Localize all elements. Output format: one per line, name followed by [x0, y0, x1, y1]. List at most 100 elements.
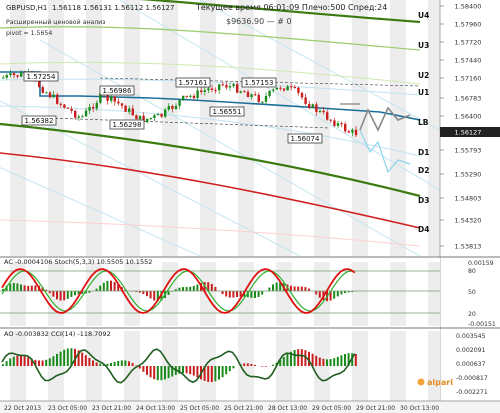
level-label-d1: D1	[418, 148, 429, 157]
candle-body	[318, 110, 322, 112]
ao-bar	[160, 366, 163, 381]
ac-bar	[110, 280, 112, 291]
candle-body	[16, 75, 19, 77]
ac-bar	[12, 283, 15, 291]
time-axis-label: 24 Oct 13:00	[136, 405, 175, 412]
ao-bar	[272, 364, 274, 366]
ac-bar	[290, 285, 292, 291]
ac-bar	[95, 288, 98, 291]
ac-bar	[308, 288, 310, 291]
ao-bar	[182, 366, 184, 374]
ao-bar	[164, 366, 166, 380]
ao-bar	[12, 356, 15, 366]
candle-body	[304, 97, 307, 104]
price-scale-label: 1.55793	[455, 147, 482, 155]
candle-body	[182, 95, 185, 101]
ac-bar	[182, 287, 184, 291]
candle-body	[344, 123, 347, 132]
ao-bar	[66, 348, 69, 366]
ac-bar	[149, 291, 152, 299]
ac-bar	[192, 285, 195, 291]
candle-body	[254, 94, 257, 96]
price-scale-label: 1.56400	[455, 113, 482, 121]
ao-bar	[232, 366, 235, 369]
price-annotation-text: 1.56382	[25, 117, 54, 125]
session-stripe	[390, 262, 406, 326]
ac-bar	[297, 286, 300, 291]
ohlc-values: 1.56118 1.56131 1.56112 1.56127	[52, 4, 174, 12]
ac-bar	[146, 291, 148, 297]
ao-bar	[329, 359, 332, 366]
ao-bar	[322, 358, 325, 366]
ac-bar	[275, 282, 278, 291]
price-annotation-text: 1.57153	[245, 79, 274, 87]
candle-body	[279, 87, 282, 89]
ac-bar	[315, 291, 318, 295]
candle-body	[236, 84, 239, 93]
current-price-label: 1.56127	[455, 129, 482, 137]
time-axis-label: 25 Oct 05:00	[180, 405, 219, 412]
candle-body	[48, 92, 52, 98]
price-annotation-text: 1.56074	[291, 135, 320, 143]
ac-bar	[102, 282, 105, 291]
ao-bar	[99, 363, 102, 366]
candle-body	[77, 116, 80, 118]
ac-bar	[185, 287, 188, 291]
session-stripe	[200, 331, 216, 401]
ao-scale-3: -0.000817	[456, 375, 488, 382]
candle-body	[128, 108, 131, 112]
ao-scale-4: -0.002271	[456, 389, 488, 396]
ao-bar	[286, 354, 289, 366]
ao-bar	[336, 356, 339, 366]
candle-body	[131, 108, 134, 116]
ac-bar	[142, 291, 145, 294]
candle-body	[171, 105, 174, 109]
level-label-u4: U4	[418, 11, 429, 20]
price-scale-label: 1.54320	[455, 217, 482, 225]
ao-bar	[243, 363, 246, 366]
price-scale-label: 1.58400	[455, 3, 482, 11]
time-axis-label: 29 Oct 05:00	[312, 405, 351, 412]
ao-bar	[207, 366, 210, 382]
ac-bar	[304, 287, 307, 291]
ac-bar	[27, 285, 30, 291]
time-axis-label: 29 Oct 21:00	[356, 405, 395, 412]
ac-scale-3: 20	[468, 311, 476, 318]
ac-stoch-panel	[0, 258, 440, 327]
ac-bar	[153, 291, 156, 301]
candle-body	[164, 109, 167, 117]
candle-body	[70, 108, 73, 111]
price-scale-label: 1.53813	[455, 243, 482, 251]
candle-body	[228, 86, 232, 88]
candle-body	[354, 129, 358, 136]
ao-bar	[56, 353, 58, 366]
session-stripe	[238, 0, 254, 256]
ac-bar	[300, 286, 303, 291]
ao-bar	[110, 363, 112, 366]
candle-body	[9, 73, 12, 76]
ac-scale-0: 0.00159	[468, 260, 494, 267]
candle-body	[347, 131, 350, 133]
session-stripe	[352, 262, 368, 326]
time-axis-label: 22 Oct 2013	[4, 405, 41, 412]
session-stripe	[124, 262, 140, 326]
candle-body	[81, 116, 84, 118]
ao-bar	[228, 366, 231, 372]
ao-bar	[113, 361, 116, 366]
candle-body	[160, 113, 163, 117]
candle-body	[293, 87, 296, 89]
ac-bar	[56, 291, 58, 300]
candle-body	[214, 89, 217, 91]
ac-bar	[232, 291, 235, 298]
level-label-d4: D4	[418, 225, 429, 234]
candle-body	[178, 100, 181, 106]
level-label-u2: U2	[418, 71, 429, 80]
ao-bar	[354, 354, 357, 366]
ac-bar	[340, 291, 343, 295]
candle-body	[333, 120, 336, 126]
candle-body	[135, 115, 138, 120]
ao-scale-2: 0.000637	[456, 361, 486, 368]
ao-bar	[81, 352, 84, 366]
ac-bar	[333, 291, 336, 299]
ac-bar	[16, 283, 19, 291]
